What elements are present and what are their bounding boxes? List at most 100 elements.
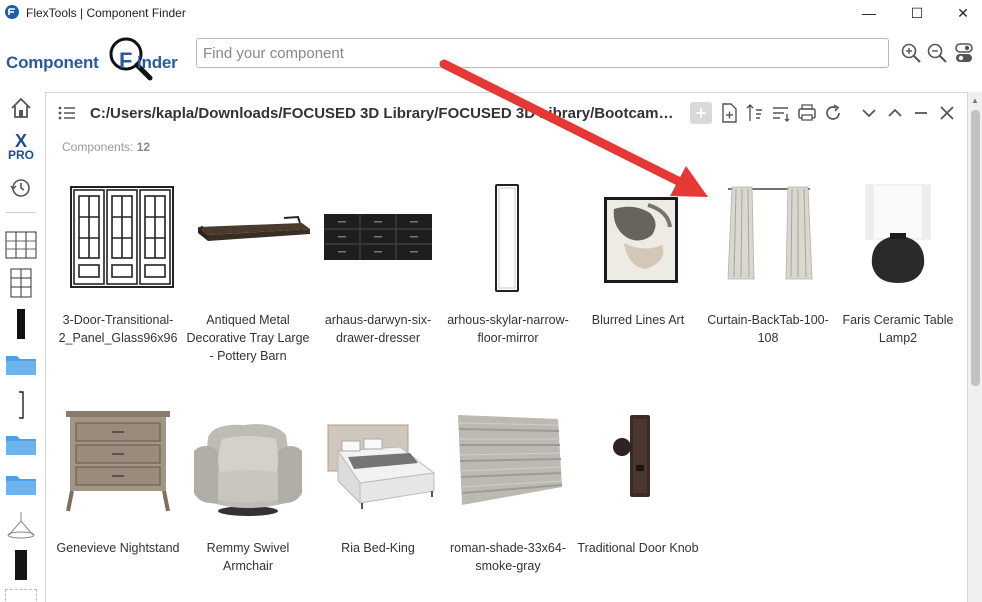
component-card[interactable]: Curtain-BackTab-100-108 — [704, 183, 832, 347]
curtain-thumbnail — [727, 186, 813, 280]
folder-icon — [6, 356, 36, 375]
partial-thumbnail — [5, 589, 37, 601]
component-thumbnail — [314, 411, 442, 521]
plus-icon: + — [695, 102, 707, 123]
metal-tray-thumbnail — [198, 215, 310, 241]
component-name: roman-shade-33x64-smoke-gray — [449, 541, 567, 573]
search-input[interactable] — [197, 39, 888, 67]
component-card[interactable]: arhaus-darwyn-six-drawer-dresser — [314, 183, 442, 347]
close-button[interactable]: ✕ — [940, 0, 982, 26]
sidebar-pro[interactable]: X PRO — [4, 130, 38, 164]
component-name: Ria Bed-King — [341, 541, 415, 555]
pro-label: PRO — [7, 147, 34, 162]
pendant-light-thumbnail-icon — [7, 512, 35, 539]
component-name: Blurred Lines Art — [591, 313, 685, 327]
component-card[interactable]: Genevieve Nightstand — [54, 411, 182, 557]
logo-badge-letter: F — [119, 48, 133, 73]
components-panel: C:/Users/kapla/Downloads/FOCUSED 3D Libr… — [45, 92, 968, 602]
minimize-button[interactable]: — — [846, 0, 892, 26]
sidebar-folder-1[interactable] — [4, 350, 38, 378]
sidebar-divider — [6, 212, 36, 213]
maximize-button[interactable]: ☐ — [894, 0, 940, 26]
mirror-thumbnail-icon — [19, 391, 24, 419]
title-bar: FlexTools | Component Finder — ☐ ✕ — [0, 0, 982, 26]
component-card[interactable]: Ria Bed-King — [314, 411, 442, 557]
chevron-up-icon[interactable] — [884, 102, 906, 124]
component-card[interactable]: Blurred Lines Art — [574, 183, 702, 329]
sidebar-folder-3[interactable] — [4, 470, 38, 498]
close-panel-icon[interactable] — [936, 102, 958, 124]
component-name: Antiqued Metal Decorative Tray Large - P… — [186, 313, 310, 363]
component-card[interactable]: Antiqued Metal Decorative Tray Large - P… — [184, 183, 312, 365]
maximize-icon: ☐ — [910, 4, 924, 21]
swivel-armchair-thumbnail — [194, 424, 302, 516]
scrollbar-thumb[interactable] — [971, 110, 980, 386]
folder-path: C:/Users/kapla/Downloads/FOCUSED 3D Libr… — [90, 105, 680, 122]
count-label: Components: — [62, 140, 134, 154]
black-door-thumbnail-icon — [15, 550, 27, 580]
component-thumbnail — [54, 183, 182, 293]
search-box[interactable] — [196, 38, 889, 68]
sidebar-item-black-panel[interactable] — [4, 308, 38, 340]
close-icon: ✕ — [957, 4, 969, 21]
component-name: arhaus-darwyn-six-drawer-dresser — [324, 313, 432, 345]
component-thumbnail — [574, 183, 702, 293]
door-knob-thumbnail — [613, 415, 650, 497]
component-name: Traditional Door Knob — [577, 541, 699, 555]
sidebar-history[interactable] — [4, 176, 38, 200]
sidebar-home[interactable] — [4, 94, 38, 122]
folder-icon — [6, 436, 36, 455]
component-thumbnail — [184, 411, 312, 521]
component-card[interactable]: 3-Door-Transitional-2_Panel_Glass96x96 — [54, 183, 182, 347]
path-bar: C:/Users/kapla/Downloads/FOCUSED 3D Libr… — [46, 93, 967, 133]
sidebar-item-partial[interactable] — [4, 588, 38, 602]
sidebar-folder-2[interactable] — [4, 430, 38, 458]
component-name: 3-Door-Transitional-2_Panel_Glass96x96 — [58, 313, 178, 345]
component-card[interactable]: roman-shade-33x64-smoke-gray — [444, 411, 572, 575]
print-icon[interactable] — [796, 102, 818, 124]
component-thumbnail — [574, 411, 702, 521]
home-icon — [11, 97, 31, 118]
component-card[interactable]: Traditional Door Knob — [574, 411, 702, 557]
list-view-icon[interactable] — [58, 105, 76, 121]
triple-door-thumbnail — [70, 186, 174, 288]
component-name: Faris Ceramic Table Lamp2 — [842, 313, 954, 345]
component-card[interactable]: arhous-skylar-narrow-floor-mirror — [444, 183, 572, 347]
sidebar-item-pendant[interactable] — [4, 510, 38, 540]
blurred-art-thumbnail — [604, 197, 678, 283]
minimize-panel-icon[interactable] — [910, 102, 932, 124]
sidebar-item-triple-door[interactable] — [4, 230, 38, 260]
chevron-down-icon[interactable] — [858, 102, 880, 124]
black-panel-thumbnail-icon — [17, 309, 25, 339]
history-icon — [10, 179, 30, 197]
sort-list-icon[interactable] — [770, 102, 792, 124]
logo-text-left: Component — [6, 53, 99, 72]
logo-text-right: inder — [137, 53, 178, 72]
component-name: Genevieve Nightstand — [56, 541, 180, 555]
component-card[interactable]: Faris Ceramic Table Lamp2 — [834, 183, 962, 347]
component-name: Remmy Swivel Armchair — [206, 541, 290, 573]
component-name: arhous-skylar-narrow-floor-mirror — [447, 313, 569, 345]
component-name: Curtain-BackTab-100-108 — [707, 313, 829, 345]
triple-door-thumbnail-icon — [5, 231, 37, 259]
zoom-out-icon[interactable] — [926, 42, 948, 64]
zoom-in-icon[interactable] — [900, 42, 922, 64]
settings-toggle-icon[interactable] — [953, 42, 975, 64]
dresser-thumbnail — [324, 214, 432, 260]
new-file-icon[interactable] — [718, 102, 740, 124]
component-card[interactable]: Remmy Swivel Armchair — [184, 411, 312, 575]
scroll-up-icon[interactable]: ▲ — [971, 96, 979, 105]
add-folder-button[interactable]: + — [690, 102, 712, 124]
refresh-icon[interactable] — [822, 102, 844, 124]
component-thumbnail — [834, 183, 962, 293]
table-lamp-thumbnail — [865, 184, 931, 283]
sidebar-item-black-door[interactable] — [4, 548, 38, 582]
sort-order-icon[interactable] — [744, 102, 766, 124]
folder-icon — [6, 476, 36, 495]
flextools-app-icon — [5, 5, 19, 19]
sidebar-item-mirror[interactable] — [4, 390, 38, 420]
sidebar-item-window[interactable] — [4, 268, 38, 298]
window-title: FlexTools | Component Finder — [26, 6, 186, 20]
header: Component F inder — [0, 26, 982, 86]
component-thumbnail — [184, 183, 312, 293]
